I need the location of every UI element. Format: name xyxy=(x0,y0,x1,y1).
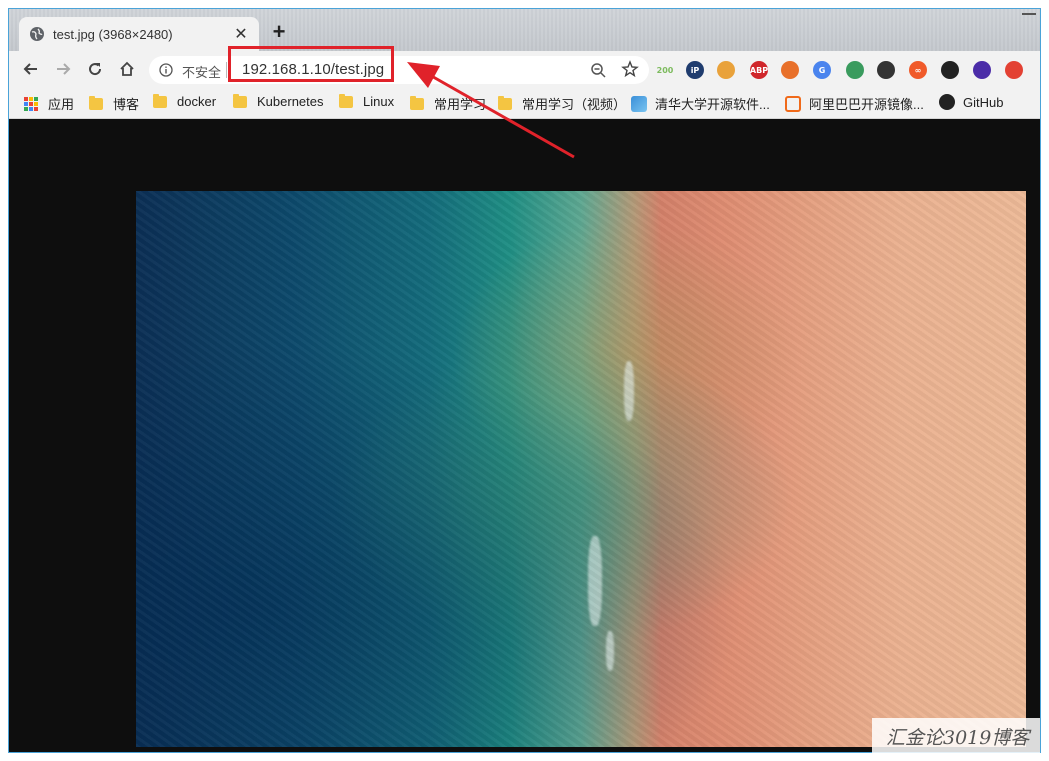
bookmark-item[interactable]: Linux xyxy=(339,93,395,109)
bookmark-label: 常用学习 xyxy=(434,97,487,112)
minimize-icon[interactable] xyxy=(1022,13,1036,15)
github-icon xyxy=(939,94,955,110)
folder-icon xyxy=(153,93,167,108)
folder-icon xyxy=(410,95,424,110)
back-icon xyxy=(23,63,37,75)
bookmark-label: Kubernetes xyxy=(257,94,324,109)
folder-icon xyxy=(89,95,103,110)
bookmark-label: GitHub xyxy=(963,94,1004,110)
folder-icon xyxy=(233,93,247,108)
extension-fox-icon[interactable] xyxy=(781,61,799,79)
toolbar: 不安全 192.168.1.10/test.jpg 200 iP ABP G ∞ xyxy=(9,46,1040,87)
home-button[interactable] xyxy=(115,57,139,81)
bookmark-item[interactable]: 常用学习（视频） xyxy=(498,94,626,113)
bookmark-label: 阿里巴巴开源镜像... xyxy=(809,97,924,112)
bookmark-item[interactable]: Kubernetes xyxy=(233,93,324,109)
apps-grid-icon xyxy=(24,96,38,111)
bookmark-item[interactable]: docker xyxy=(153,93,217,109)
tab-close-icon[interactable]: ✕ xyxy=(233,26,249,43)
bookmark-label: Linux xyxy=(363,94,395,109)
reload-icon xyxy=(89,63,102,76)
browser-window: test.jpg (3968×2480) ✕ + 不安全 192.168.1.1… xyxy=(8,8,1041,753)
extension-diamond-icon[interactable] xyxy=(973,61,991,79)
aliyun-icon xyxy=(785,95,801,112)
extension-infinity-icon[interactable]: ∞ xyxy=(909,61,927,79)
bookmark-item[interactable]: GitHub xyxy=(939,94,1003,110)
folder-icon xyxy=(339,93,353,108)
bookmark-item[interactable]: 清华大学开源软件... xyxy=(631,94,770,113)
new-tab-button[interactable]: + xyxy=(267,21,291,45)
extension-ip-icon[interactable]: iP xyxy=(686,61,704,79)
forward-button[interactable] xyxy=(51,57,75,81)
bookmarks-bar: 应用 博客 docker Kubernetes Linux 常用学习 常用学习（视频） 清华大… xyxy=(9,87,1040,119)
star-icon[interactable] xyxy=(621,60,639,78)
zoom-out-icon[interactable] xyxy=(590,62,606,78)
bookmark-label: 博客 xyxy=(113,97,140,112)
bookmark-label: 应用 xyxy=(48,97,75,112)
bookmark-label: 常用学习（视频） xyxy=(522,97,627,112)
image-viewport xyxy=(9,120,1040,752)
beach-aerial-image xyxy=(136,191,1026,747)
bookmark-label: 清华大学开源软件... xyxy=(655,97,770,112)
bookmark-item[interactable]: 应用 xyxy=(24,94,74,113)
bookmark-item[interactable]: 常用学习 xyxy=(410,94,486,113)
extension-translate-icon[interactable]: G xyxy=(813,61,831,79)
tab-strip: test.jpg (3968×2480) ✕ + xyxy=(9,9,1040,51)
extension-sync-icon[interactable] xyxy=(877,61,895,79)
extension-chrome-icon[interactable] xyxy=(1005,61,1023,79)
home-icon xyxy=(120,61,134,76)
info-icon[interactable] xyxy=(159,63,173,77)
address-bar[interactable]: 不安全 192.168.1.10/test.jpg xyxy=(149,56,649,84)
extension-ring-icon[interactable] xyxy=(717,61,735,79)
tab-active[interactable]: test.jpg (3968×2480) ✕ xyxy=(19,17,259,51)
extension-brush-icon[interactable] xyxy=(846,61,864,79)
folder-icon xyxy=(498,95,512,110)
extension-200-icon[interactable]: 200 xyxy=(653,61,677,79)
tuna-icon xyxy=(631,95,647,112)
omnibox-divider xyxy=(226,62,227,78)
url-highlight-box xyxy=(228,46,394,82)
tab-title: test.jpg (3968×2480) xyxy=(53,26,173,42)
security-label[interactable]: 不安全 xyxy=(182,62,221,81)
forward-icon xyxy=(57,63,71,75)
bookmark-item[interactable]: 阿里巴巴开源镜像... xyxy=(785,94,924,113)
watermark-text: 汇金论3019博客 xyxy=(872,718,1040,754)
extension-abp-icon[interactable]: ABP xyxy=(750,61,768,79)
bookmark-label: docker xyxy=(177,94,217,109)
globe-icon xyxy=(29,26,45,42)
reload-button[interactable] xyxy=(83,57,107,81)
back-button[interactable] xyxy=(19,57,43,81)
extension-tampermonkey-icon[interactable] xyxy=(941,61,959,79)
bookmark-item[interactable]: 博客 xyxy=(89,94,139,113)
